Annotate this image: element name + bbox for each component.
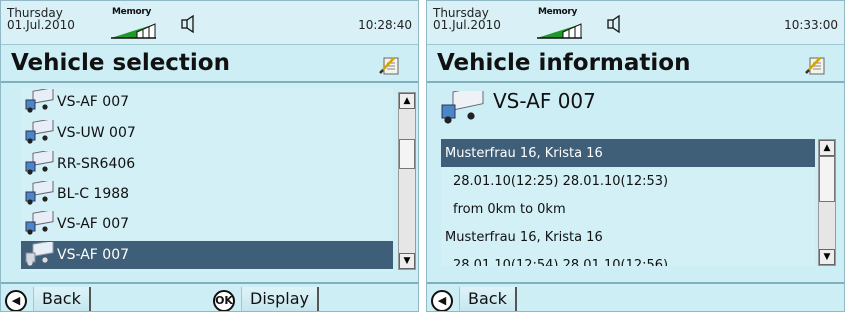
- driver-label: Musterfrau 16, Krista 16: [445, 145, 603, 161]
- trip-list[interactable]: Musterfrau 16, Krista 16 28.01.10(12:25)…: [441, 139, 815, 266]
- truck-icon: [25, 120, 54, 144]
- vehicle-label: BL-C 1988: [57, 186, 130, 202]
- display-label: Display: [241, 287, 319, 311]
- bottom-bar: ◀ Back OK Display: [1, 282, 418, 311]
- driver-label: Musterfrau 16, Krista 16: [445, 229, 603, 245]
- memory-bar-icon: [537, 23, 582, 39]
- trip-time-label: 28.01.10(12:54) 28.01.10(12:56): [453, 257, 669, 267]
- edit-document-icon[interactable]: [378, 54, 402, 76]
- vehicle-label: VS-AF 007: [57, 94, 130, 110]
- date-label: 01.Jul.2010: [7, 18, 75, 32]
- vehicle-label: RR-SR6406: [57, 156, 136, 172]
- list-scrollbar[interactable]: ▲ ▼: [398, 92, 416, 270]
- truck-icon: [25, 89, 54, 113]
- scroll-thumb[interactable]: [819, 156, 835, 202]
- truck-icon: [25, 181, 54, 205]
- arrow-left-icon: ◀: [5, 289, 27, 311]
- vehicle-label: VS-AF 007: [57, 216, 130, 232]
- status-bar: Thursday 01.Jul.2010 Memory 10:33:00: [427, 1, 844, 45]
- back-label: Back: [459, 287, 517, 311]
- memory-label: Memory: [112, 7, 152, 17]
- date-display: Thursday 01.Jul.2010: [7, 7, 75, 31]
- memory-bar-icon: [111, 23, 156, 39]
- truck-icon: [441, 91, 484, 124]
- date-label: 01.Jul.2010: [433, 18, 501, 32]
- scroll-down-icon[interactable]: ▼: [819, 249, 835, 265]
- truck-icon: [25, 242, 54, 266]
- list-item[interactable]: RR-SR6406: [21, 150, 393, 178]
- list-item[interactable]: BL-C 1988: [21, 180, 393, 208]
- truck-icon: [25, 211, 54, 235]
- title-bar: Vehicle selection: [1, 45, 418, 83]
- clock: 10:28:40: [358, 18, 412, 32]
- vehicle-information-screen: Thursday 01.Jul.2010 Memory 10:33:00 Veh…: [426, 0, 845, 312]
- speaker-icon[interactable]: [179, 14, 203, 34]
- speaker-icon[interactable]: [605, 14, 629, 34]
- list-item[interactable]: 28.01.10(12:25) 28.01.10(12:53): [441, 167, 815, 195]
- arrow-left-icon: ◀: [431, 289, 453, 311]
- display-button[interactable]: OK Display: [213, 287, 319, 311]
- bottom-bar: ◀ Back: [427, 282, 844, 311]
- trip-time-label: 28.01.10(12:25) 28.01.10(12:53): [453, 173, 669, 189]
- title-bar: Vehicle information: [427, 45, 844, 83]
- trip-distance-label: from 0km to 0km: [453, 201, 566, 217]
- scroll-thumb[interactable]: [399, 139, 415, 169]
- scroll-down-icon[interactable]: ▼: [399, 253, 415, 269]
- vehicle-label: VS-UW 007: [57, 125, 136, 141]
- list-item[interactable]: VS-AF 007: [21, 88, 393, 116]
- ok-icon: OK: [213, 289, 235, 311]
- page-title: Vehicle selection: [11, 50, 230, 76]
- clock: 10:33:00: [784, 18, 838, 32]
- scroll-up-icon[interactable]: ▲: [399, 93, 415, 109]
- truck-icon: [25, 151, 54, 175]
- list-item-selected[interactable]: Musterfrau 16, Krista 16: [441, 139, 815, 167]
- back-button[interactable]: ◀ Back: [431, 287, 517, 311]
- list-item-selected[interactable]: VS-AF 007: [21, 241, 393, 269]
- edit-document-icon[interactable]: [804, 54, 828, 76]
- trip-list-scrollbar[interactable]: ▲ ▼: [818, 139, 836, 266]
- vehicle-label: VS-AF 007: [57, 247, 130, 263]
- back-button[interactable]: ◀ Back: [5, 287, 91, 311]
- vehicle-name: VS-AF 007: [493, 89, 596, 113]
- page-title: Vehicle information: [437, 50, 691, 76]
- back-label: Back: [33, 287, 91, 311]
- list-item[interactable]: 28.01.10(12:54) 28.01.10(12:56): [441, 251, 815, 267]
- scroll-up-icon[interactable]: ▲: [819, 140, 835, 156]
- status-bar: Thursday 01.Jul.2010 Memory 10:28:40: [1, 1, 418, 45]
- list-item[interactable]: VS-UW 007: [21, 119, 393, 147]
- vehicle-list[interactable]: VS-AF 007 VS-UW 007 RR-SR6406 BL-C 1988 …: [21, 88, 393, 272]
- list-item[interactable]: from 0km to 0km: [441, 195, 815, 223]
- list-item[interactable]: Musterfrau 16, Krista 16: [441, 223, 815, 251]
- date-display: Thursday 01.Jul.2010: [433, 7, 501, 31]
- memory-label: Memory: [538, 7, 578, 17]
- list-item[interactable]: VS-AF 007: [21, 210, 393, 238]
- vehicle-selection-screen: Thursday 01.Jul.2010 Memory 10:28:40 Veh…: [0, 0, 419, 312]
